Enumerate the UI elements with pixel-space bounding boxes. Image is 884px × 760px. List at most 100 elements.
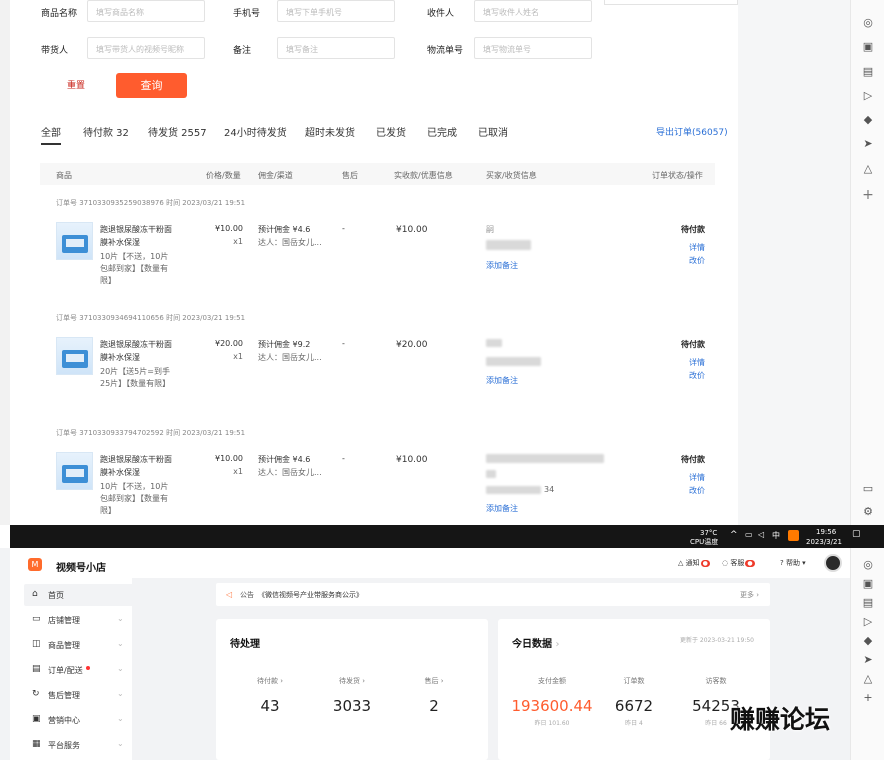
collect-icon[interactable]: ◎ bbox=[851, 16, 884, 29]
tracking-input[interactable]: 填写物流单号 bbox=[474, 37, 592, 59]
detail-link[interactable]: 详情 bbox=[655, 242, 705, 253]
tab-cancelled[interactable]: 已取消 bbox=[478, 124, 508, 139]
pending-label[interactable]: 售后 › bbox=[394, 676, 474, 686]
shop-icon[interactable]: ▣ bbox=[851, 577, 884, 590]
more-label: 更多 bbox=[740, 591, 754, 599]
tab-pending-payment[interactable]: 待付款 32 bbox=[83, 124, 129, 139]
bell-icon[interactable]: △ bbox=[851, 672, 884, 685]
product-thumbnail[interactable] bbox=[56, 452, 93, 490]
more-link[interactable]: 更多 › bbox=[740, 590, 759, 600]
sidebar-item-home[interactable]: ⌂ 首页 bbox=[24, 584, 134, 606]
seller-input[interactable]: 填写带货人的视频号昵称 bbox=[87, 37, 205, 59]
remark-label: 备注 bbox=[233, 46, 252, 56]
quantity: x1 bbox=[233, 352, 243, 361]
buyer-info-blurred bbox=[486, 240, 531, 250]
document-icon[interactable]: ▤ bbox=[851, 65, 884, 78]
notice-button[interactable]: △ 通知 ● bbox=[678, 558, 710, 568]
pending-label[interactable]: 待发货 › bbox=[312, 676, 392, 686]
product-thumbnail[interactable] bbox=[56, 222, 93, 260]
product-input[interactable]: 填写商品名称 bbox=[87, 0, 205, 22]
help-button[interactable]: ? 帮助 ▾ bbox=[780, 558, 806, 568]
sidebar-item-store[interactable]: ▭ 店铺管理 ⌄ bbox=[24, 609, 134, 631]
bell-icon[interactable]: △ bbox=[851, 162, 884, 175]
receiver-input[interactable]: 填写收件人姓名 bbox=[474, 0, 592, 22]
detail-link[interactable]: 详情 bbox=[655, 357, 705, 368]
detail-link[interactable]: 详情 bbox=[655, 472, 705, 483]
export-orders-link[interactable]: 导出订单(56057) bbox=[656, 125, 728, 138]
product-name[interactable]: 跑退银尿酸冻干粉面膜补水保湿 bbox=[100, 338, 172, 364]
sidebar-item-orders[interactable]: ▤ 订单/配送 ⌄ bbox=[24, 659, 134, 681]
app-icon[interactable]: ◆ bbox=[851, 113, 884, 126]
buyer-name: 嗣 bbox=[486, 225, 494, 234]
reset-button[interactable]: 重置 bbox=[44, 74, 108, 98]
th-buyer: 买家/收货信息 bbox=[486, 171, 537, 180]
app-icon[interactable]: ◆ bbox=[851, 634, 884, 647]
phone-input[interactable]: 填写下单手机号 bbox=[277, 0, 395, 22]
tab-completed[interactable]: 已完成 bbox=[427, 124, 457, 139]
product-name[interactable]: 跑退银尿酸冻干粉面膜补水保湿 bbox=[100, 453, 172, 479]
change-price-link[interactable]: 改价 bbox=[655, 255, 705, 266]
play-icon[interactable]: ▷ bbox=[851, 89, 884, 102]
app-tray-icon[interactable] bbox=[788, 530, 799, 541]
tray-chevron-icon[interactable]: ^ bbox=[730, 531, 738, 540]
shop-name: 视频号小店 bbox=[56, 563, 106, 574]
pending-label[interactable]: 待付款 › bbox=[230, 676, 310, 686]
shop-icon[interactable]: ▣ bbox=[851, 40, 884, 53]
paid-amount: ¥10.00 bbox=[396, 225, 428, 235]
sidebar-item-products[interactable]: ◫ 商品管理 ⌄ bbox=[24, 634, 134, 656]
product-name[interactable]: 跑退银尿酸冻干粉面膜补水保湿 bbox=[100, 223, 172, 249]
metric-label: 订单数 bbox=[623, 677, 645, 685]
sidebar-item-platform[interactable]: ▦ 平台服务 ⌄ bbox=[24, 734, 134, 756]
ime-indicator[interactable]: 中 bbox=[772, 532, 780, 540]
channel: 达人：国岳女儿... bbox=[258, 353, 322, 362]
tab-24h-shipment[interactable]: 24小时待发货 bbox=[224, 124, 287, 139]
th-commission: 佣金/渠道 bbox=[258, 171, 293, 180]
today-title[interactable]: 今日数据 › bbox=[512, 635, 559, 650]
nav-label: 商品管理 bbox=[48, 641, 80, 650]
remark-input[interactable]: 填写备注 bbox=[277, 37, 395, 59]
tab-all[interactable]: 全部 bbox=[41, 124, 61, 139]
buyer-info-blurred bbox=[486, 357, 541, 366]
receiver-label: 收件人 bbox=[427, 9, 455, 19]
metric-yesterday: 昨日 101.60 bbox=[534, 720, 570, 727]
send-icon[interactable]: ➤ bbox=[851, 137, 884, 150]
query-button[interactable]: 查询 bbox=[116, 73, 187, 98]
play-icon[interactable]: ▷ bbox=[851, 615, 884, 628]
bag-icon: ◫ bbox=[32, 639, 41, 649]
tab-shipped[interactable]: 已发货 bbox=[376, 124, 406, 139]
gear-icon[interactable]: ⚙ bbox=[851, 505, 884, 518]
add-note-link[interactable]: 添加备注 bbox=[486, 375, 518, 386]
change-price-link[interactable]: 改价 bbox=[655, 485, 705, 496]
collect-icon[interactable]: ◎ bbox=[851, 558, 884, 571]
paid-amount: ¥10.00 bbox=[396, 455, 428, 465]
window-icon[interactable]: ▭ bbox=[851, 482, 884, 495]
change-price-link[interactable]: 改价 bbox=[655, 370, 705, 381]
announcement-text[interactable]: 《微信视频号产业带服务商公示》 bbox=[258, 590, 363, 600]
sidebar-item-aftersale[interactable]: ↻ 售后管理 ⌄ bbox=[24, 684, 134, 706]
buyer-name-blurred bbox=[486, 454, 604, 463]
sidebar-item-marketing[interactable]: ▣ 营销中心 ⌄ bbox=[24, 709, 134, 731]
aftersale: - bbox=[342, 454, 345, 463]
commission: 预计佣金 ¥4.6 bbox=[258, 455, 311, 464]
nav-label: 订单/配送 bbox=[48, 666, 83, 675]
metric-yesterday: 昨日 4 bbox=[625, 720, 643, 727]
volume-icon[interactable]: ◁ bbox=[758, 531, 764, 539]
notification-icon[interactable]: ▢ bbox=[852, 530, 861, 539]
product-sku: 10片【不送，10片包邮到家】【数量有限】 bbox=[100, 482, 169, 515]
product-thumbnail[interactable] bbox=[56, 337, 93, 375]
add-icon[interactable]: + bbox=[851, 691, 884, 704]
notice-label: 通知 bbox=[685, 559, 700, 567]
add-note-link[interactable]: 添加备注 bbox=[486, 260, 518, 271]
tab-overdue[interactable]: 超时未发货 bbox=[305, 124, 355, 139]
avatar[interactable] bbox=[824, 554, 842, 572]
announcement-bar[interactable]: ◁ 公告 《微信视频号产业带服务商公示》 更多 › bbox=[216, 583, 770, 606]
order-list-screen: 商品名称 填写商品名称 手机号 填写下单手机号 收件人 填写收件人姓名 带货人 … bbox=[0, 0, 884, 548]
send-icon[interactable]: ➤ bbox=[851, 653, 884, 666]
network-icon[interactable]: ▭ bbox=[745, 531, 753, 539]
product-label: 商品名称 bbox=[41, 9, 78, 19]
service-button[interactable]: ◌ 客服 ● bbox=[722, 558, 755, 568]
document-icon[interactable]: ▤ bbox=[851, 596, 884, 609]
add-icon[interactable]: + bbox=[851, 187, 884, 203]
add-note-link[interactable]: 添加备注 bbox=[486, 503, 518, 514]
tab-pending-shipment[interactable]: 待发货 2557 bbox=[148, 124, 207, 139]
